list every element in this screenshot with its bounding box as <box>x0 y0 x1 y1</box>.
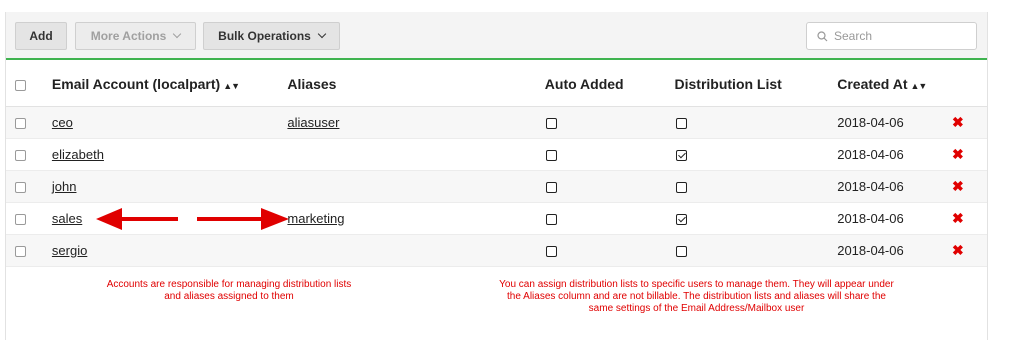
created-at-cell: 2018-04-06 <box>837 242 904 258</box>
delete-cell: ✖ <box>952 106 987 138</box>
account-link[interactable]: ceo <box>52 115 73 130</box>
table-row: sergio 2018-04-06 ✖ <box>6 234 987 266</box>
row-select-cell <box>6 202 52 234</box>
delete-x-icon[interactable]: ✖ <box>952 114 964 130</box>
alias-link[interactable]: marketing <box>287 211 344 226</box>
row-select-cell <box>6 170 52 202</box>
auto-added-cell <box>545 234 675 266</box>
auto-added-checkbox[interactable] <box>545 117 557 129</box>
table-row: elizabeth 2018-04-06 ✖ <box>6 138 987 170</box>
auto-added-checkbox[interactable] <box>545 213 557 225</box>
delete-cell: ✖ <box>952 138 987 170</box>
column-header-auto-added: Auto Added <box>544 62 675 107</box>
account-link[interactable]: sales <box>52 211 82 226</box>
delete-x-icon[interactable]: ✖ <box>952 242 964 258</box>
distribution-list-checkbox[interactable] <box>675 181 687 193</box>
bulk-operations-button[interactable]: Bulk Operations <box>203 22 340 50</box>
account-link[interactable]: sergio <box>52 243 87 258</box>
alias-cell <box>287 234 544 266</box>
delete-x-icon[interactable]: ✖ <box>952 178 964 194</box>
distribution-list-checkbox[interactable] <box>675 117 687 129</box>
created-at-cell: 2018-04-06 <box>837 178 904 194</box>
select-all-cell <box>6 62 52 107</box>
row-select-checkbox[interactable] <box>15 149 26 161</box>
column-header-distribution-list: Distribution List <box>674 62 838 107</box>
delete-cell: ✖ <box>952 202 987 234</box>
alias-cell: aliasuser <box>287 106 544 138</box>
chevron-down-icon <box>173 29 182 39</box>
bulk-operations-label: Bulk Operations <box>218 29 311 43</box>
distribution-list-checkbox[interactable] <box>675 213 687 225</box>
table-row: ceo aliasuser 2018-04-06 ✖ <box>6 106 987 138</box>
account-cell: john <box>52 170 288 202</box>
distribution-list-cell <box>675 234 838 266</box>
account-cell: elizabeth <box>52 138 288 170</box>
sort-arrows-icon: ▲▼ <box>223 80 240 91</box>
row-select-checkbox[interactable] <box>15 245 26 257</box>
alias-cell <box>287 138 544 170</box>
sort-arrows-icon: ▲▼ <box>910 80 928 91</box>
distribution-list-cell <box>675 138 838 170</box>
column-header-label: Created At <box>837 75 908 92</box>
auto-added-cell <box>545 202 675 234</box>
distribution-list-checkbox[interactable] <box>675 245 687 257</box>
distribution-list-cell <box>675 202 838 234</box>
more-actions-label: More Actions <box>90 29 167 43</box>
right-annotation: You can assign distribution lists to spe… <box>499 279 894 314</box>
add-button[interactable]: Add <box>15 22 67 50</box>
table-header-row: Email Account (localpart) ▲▼ Aliases Auto… <box>6 62 987 107</box>
left-arrow-icon <box>96 208 178 230</box>
created-at-cell: 2018-04-06 <box>837 114 904 130</box>
auto-added-checkbox[interactable] <box>545 181 557 193</box>
created-at-cell: 2018-04-06 <box>837 146 904 162</box>
select-all-checkbox[interactable] <box>15 79 26 91</box>
row-select-checkbox[interactable] <box>15 213 26 225</box>
column-header-created-at[interactable]: Created At ▲▼ <box>837 62 953 107</box>
account-link[interactable]: elizabeth <box>52 147 104 162</box>
chevron-down-icon <box>317 29 327 39</box>
delete-cell: ✖ <box>952 170 987 202</box>
toolbar: Add More Actions Bulk Operations <box>6 12 987 60</box>
alias-link[interactable]: aliasuser <box>287 115 339 130</box>
distribution-list-checkbox[interactable] <box>675 149 687 161</box>
column-header-email-account[interactable]: Email Account (localpart) ▲▼ <box>51 62 288 107</box>
row-select-cell <box>6 106 52 138</box>
table-row: john 2018-04-06 ✖ <box>6 170 987 202</box>
row-select-cell <box>6 234 52 266</box>
auto-added-checkbox[interactable] <box>545 245 557 257</box>
delete-x-icon[interactable]: ✖ <box>952 210 964 226</box>
right-arrow-icon <box>197 208 289 230</box>
accounts-table: Email Account (localpart) ▲▼ Aliases Auto… <box>6 62 987 267</box>
auto-added-cell <box>545 170 675 202</box>
row-select-checkbox[interactable] <box>15 117 26 129</box>
account-cell: ceo <box>52 106 288 138</box>
created-at-cell: 2018-04-06 <box>837 210 904 226</box>
auto-added-cell <box>545 138 675 170</box>
delete-x-icon[interactable]: ✖ <box>952 146 964 162</box>
distribution-list-cell <box>675 106 838 138</box>
search-icon <box>817 30 828 42</box>
column-header-aliases: Aliases <box>287 62 545 107</box>
alias-cell: marketing <box>287 202 544 234</box>
left-annotation: Accounts are responsible for managing di… <box>106 279 352 302</box>
accounts-panel: Add More Actions Bulk Operations Email A… <box>5 12 988 340</box>
row-select-cell <box>6 138 52 170</box>
search-input[interactable] <box>834 29 964 43</box>
column-header-actions <box>952 62 987 107</box>
column-header-label: Email Account (localpart) <box>51 75 221 92</box>
alias-cell <box>287 170 544 202</box>
account-link[interactable]: john <box>52 179 77 194</box>
auto-added-checkbox[interactable] <box>545 149 557 161</box>
row-select-checkbox[interactable] <box>15 181 26 193</box>
delete-cell: ✖ <box>952 234 987 266</box>
auto-added-cell <box>545 106 675 138</box>
search-box[interactable] <box>806 22 977 50</box>
account-cell: sergio <box>52 234 288 266</box>
distribution-list-cell <box>675 170 838 202</box>
more-actions-button[interactable]: More Actions <box>75 22 196 50</box>
